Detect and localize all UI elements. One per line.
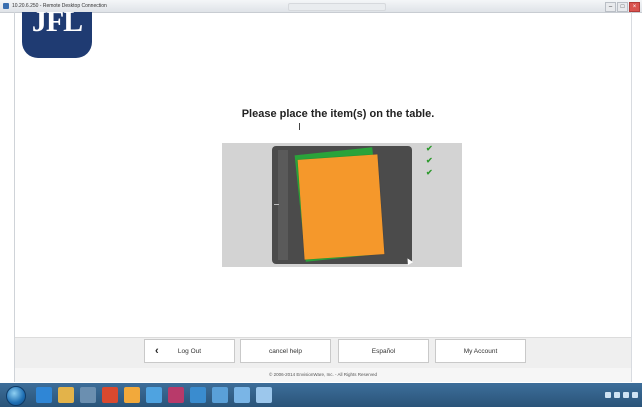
check-icon: ✔: [426, 168, 433, 177]
tray-icon[interactable]: [614, 392, 620, 398]
remote-desktop-title-bar: 10.20.6.250 - Remote Desktop Connection …: [0, 0, 642, 13]
item-detected-checks: ✔ ✔ ✔: [426, 144, 433, 178]
pad-marker: [274, 204, 279, 205]
file-explorer-icon[interactable]: [58, 387, 74, 403]
tray-icon[interactable]: [605, 392, 611, 398]
page-instruction: Please place the item(s) on the table.: [241, 108, 435, 120]
app-icon[interactable]: [146, 387, 162, 403]
espanol-button[interactable]: Español: [338, 339, 429, 363]
minimize-button[interactable]: –: [605, 2, 616, 12]
remote-desktop-icon: [3, 3, 9, 9]
espanol-label: Español: [371, 347, 396, 355]
system-tray: [605, 386, 638, 404]
media-player-icon[interactable]: [80, 387, 96, 403]
window-title: 10.20.6.250 - Remote Desktop Connection: [12, 3, 107, 9]
my-account-button[interactable]: My Account: [435, 339, 526, 363]
chrome-icon[interactable]: [102, 387, 118, 403]
network-icon[interactable]: [632, 392, 638, 398]
text-cursor: [299, 123, 300, 130]
right-divider: [631, 12, 632, 382]
connection-bar: [288, 3, 386, 11]
item-orange-book: [297, 154, 385, 260]
window-controls: – □ ×: [605, 2, 640, 12]
app-icon[interactable]: [190, 387, 206, 403]
cancel-help-label: cancel help: [269, 347, 302, 355]
cancel-help-button[interactable]: cancel help: [240, 339, 331, 363]
my-account-label: My Account: [463, 347, 498, 355]
maximize-button[interactable]: □: [617, 2, 628, 12]
app-icon[interactable]: [256, 387, 272, 403]
check-icon: ✔: [426, 156, 433, 165]
close-button[interactable]: ×: [629, 2, 640, 12]
remote-desktop-taskbar-icon[interactable]: [234, 387, 250, 403]
volume-icon[interactable]: [623, 392, 629, 398]
internet-explorer-icon[interactable]: [36, 387, 52, 403]
check-icon: ✔: [426, 144, 433, 153]
app-icon[interactable]: [124, 387, 140, 403]
copyright-footer: © 2006-2014 EnvisionWare, Inc. - All Rig…: [15, 368, 631, 382]
back-chevron-icon: ‹: [155, 345, 159, 357]
logout-label: Log Out: [177, 347, 202, 355]
app-icon[interactable]: [168, 387, 184, 403]
start-button[interactable]: [6, 386, 26, 406]
app-icon[interactable]: [212, 387, 228, 403]
pad-edge: [278, 150, 288, 260]
logo-text: JFL: [31, 12, 83, 38]
logout-button[interactable]: ‹ Log Out: [144, 339, 235, 363]
left-divider: [14, 12, 15, 382]
jfl-logo: JFL: [22, 12, 92, 58]
windows-taskbar: [0, 383, 642, 407]
